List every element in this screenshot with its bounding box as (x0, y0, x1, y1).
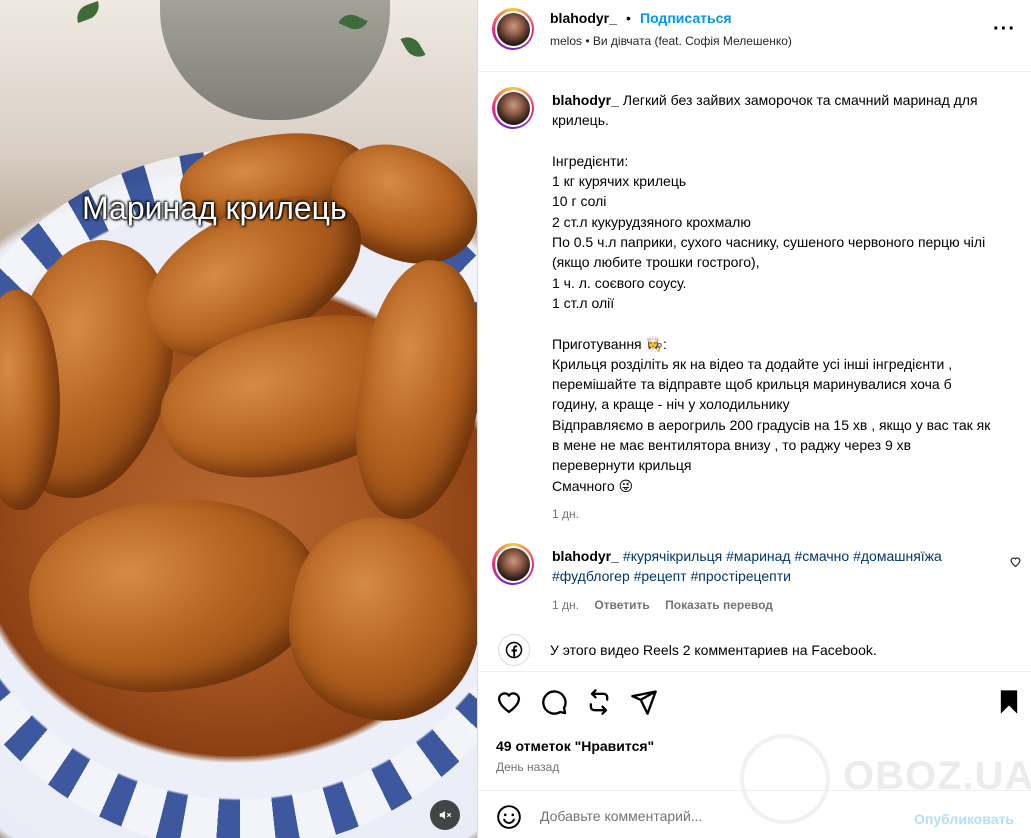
mute-button[interactable] (430, 800, 460, 830)
speaker-muted-icon (439, 810, 452, 820)
follow-button[interactable]: Подписаться (640, 10, 732, 26)
facebook-comments-text: У этого видео Reels 2 комментариев на Fa… (550, 642, 877, 658)
reply-button[interactable]: Ответить (594, 598, 649, 612)
comment-composer: Опубликовать (478, 790, 1031, 838)
caption-username[interactable]: blahodyr_ (552, 92, 619, 108)
emoji-icon[interactable] (496, 804, 522, 830)
comments-list[interactable]: blahodyr_ Легкий без зайвих заморочок та … (478, 73, 1031, 685)
header-separator: • (626, 10, 631, 26)
plant-leaf (400, 32, 426, 62)
author-username[interactable]: blahodyr_ (550, 10, 617, 26)
action-bar: OBOZ.UA 49 отметок "Нравится" День назад (478, 671, 1031, 824)
comment-input[interactable] (540, 803, 920, 829)
avatar[interactable] (492, 87, 534, 129)
send-icon[interactable] (630, 688, 658, 716)
more-options-button[interactable]: ··· (993, 18, 1016, 41)
likes-count[interactable]: 49 отметок "Нравится" (496, 738, 654, 754)
caption-text: Легкий без зайвих заморочок та смачний м… (552, 92, 991, 494)
facebook-icon (498, 634, 530, 666)
translate-button[interactable]: Показать перевод (665, 598, 773, 612)
like-heart-icon[interactable] (495, 688, 523, 716)
comment-username[interactable]: blahodyr_ (552, 548, 619, 564)
video-overlay-title: Маринад крилець (82, 190, 347, 226)
comment-like-icon[interactable] (1009, 555, 1022, 568)
publish-button[interactable]: Опубликовать (914, 811, 1014, 827)
post-media[interactable]: Маринад крилець (0, 0, 477, 838)
avatar[interactable] (492, 8, 534, 50)
plant-leaf (73, 0, 103, 24)
save-bookmark-icon[interactable] (995, 688, 1023, 716)
post-time[interactable]: День назад (496, 760, 559, 774)
facebook-comments-row[interactable]: У этого видео Reels 2 комментариев на Fa… (498, 634, 877, 666)
audio-track[interactable]: melos • Ви дівчата (feat. Софія Мелешенк… (550, 34, 792, 48)
remix-share-icon[interactable] (585, 688, 613, 716)
post-details-panel: blahodyr_ • Подписаться melos • Ви дівча… (477, 0, 1031, 838)
comment-bubble-icon[interactable] (540, 688, 568, 716)
post-header: blahodyr_ • Подписаться melos • Ви дівча… (478, 0, 1031, 72)
comment-age[interactable]: 1 дн. (552, 598, 579, 612)
avatar[interactable] (492, 543, 534, 585)
caption-age[interactable]: 1 дн. (552, 507, 579, 521)
